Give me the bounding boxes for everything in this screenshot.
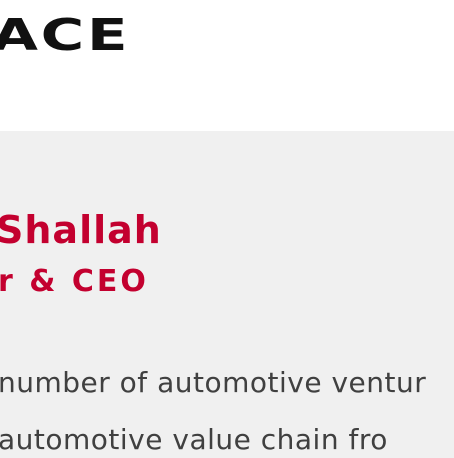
bio-text-line: number of automotive ventur: [0, 366, 427, 399]
site-header: ACE: [0, 0, 454, 131]
profile-name: Shallah: [0, 208, 162, 252]
brand-logo[interactable]: ACE: [0, 14, 130, 58]
profile-role: r & CEO: [0, 264, 149, 299]
page: ACE Shallah r & CEO number of automotive…: [0, 0, 454, 458]
bio-text-line: automotive value chain fro: [0, 423, 388, 456]
profile-section: Shallah r & CEO number of automotive ven…: [0, 131, 454, 458]
